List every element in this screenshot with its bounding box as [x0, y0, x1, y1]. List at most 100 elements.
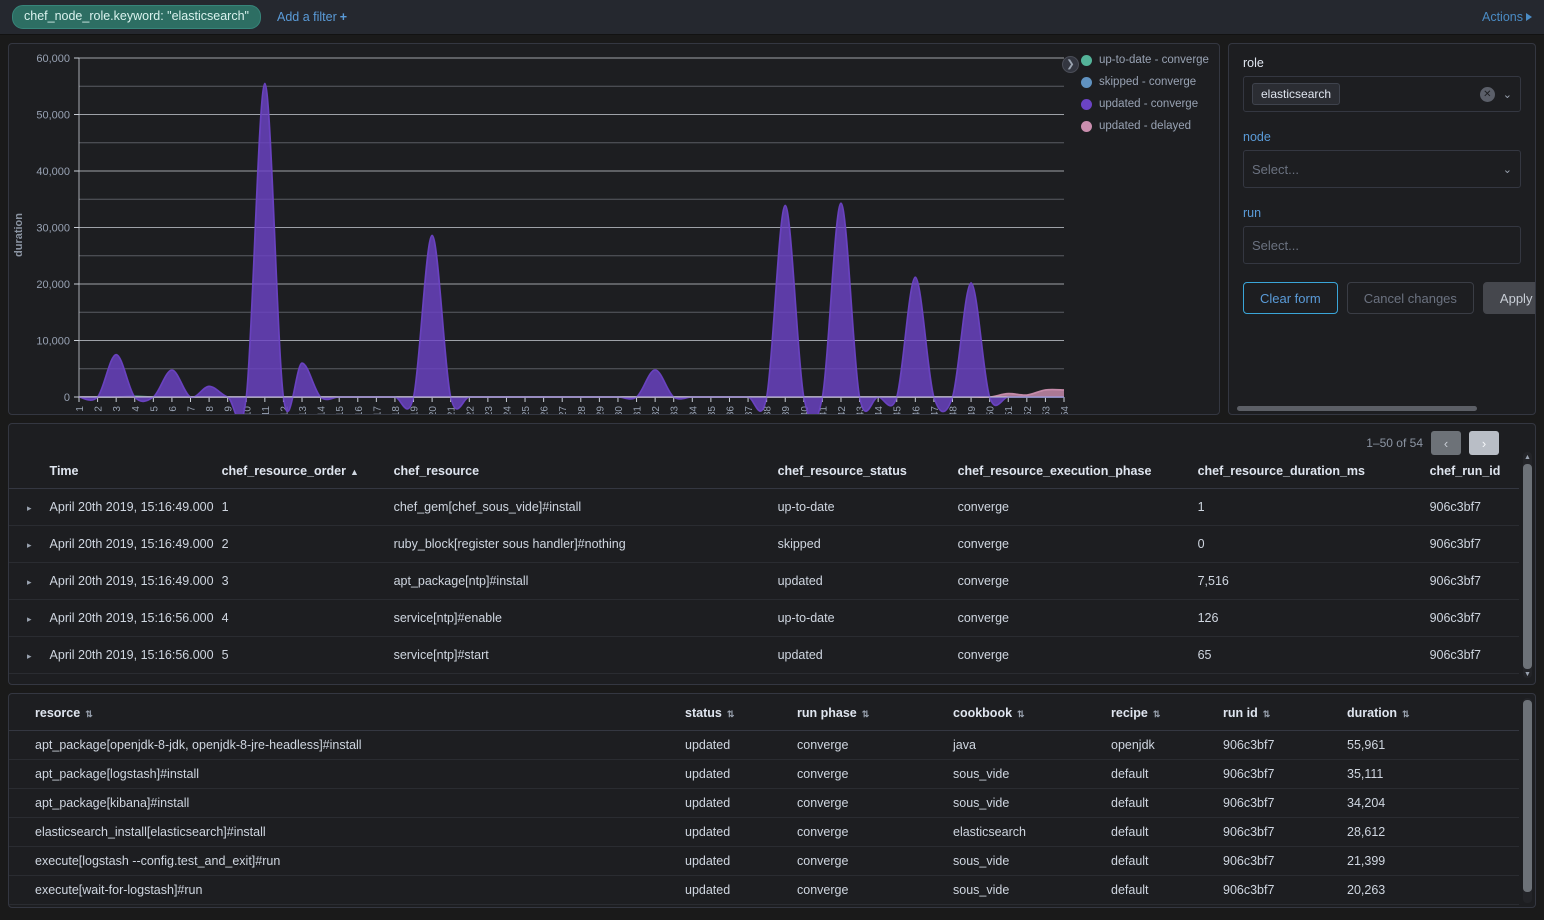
column-header-resorce[interactable]: resorce ⇅ — [9, 694, 685, 731]
table-row[interactable]: ▸ April 20th 2019, 15:16:49.000 3 apt_packa… — [9, 562, 1519, 600]
expand-row-cell[interactable]: ▸ — [9, 488, 40, 526]
chevron-down-icon[interactable]: ⌄ — [1503, 88, 1512, 101]
table-row[interactable]: execute[logstash --config.test_and_exit]… — [9, 846, 1519, 876]
sort-toggle-icon[interactable]: ⇅ — [85, 710, 93, 719]
svg-text:27: 27 — [558, 406, 569, 414]
next-page-button[interactable]: › — [1469, 431, 1499, 455]
table-row[interactable]: ▸April 20th 2019, 15:16:56.0006apt_packa… — [9, 673, 1519, 684]
sort-toggle-icon[interactable]: ⇅ — [1153, 710, 1161, 719]
table-row[interactable]: apt_package[logstash]#install updated conv… — [9, 759, 1519, 789]
chart-plot-area[interactable]: 0 10,000 20,000 30,000 40,000 50,000 60,000 1 2 3… — [9, 44, 1219, 422]
cell-chef-resource-duration-ms: 65 — [1197, 636, 1430, 674]
cell-resource: apt_package[ntp]#install — [9, 904, 685, 907]
table-row[interactable]: apt_package[kibana]#install updated conver… — [9, 788, 1519, 818]
table-row[interactable]: ▸ April 20th 2019, 15:16:49.000 1 chef_gem[… — [9, 488, 1519, 526]
legend-item[interactable]: updated - delayed — [1081, 120, 1209, 132]
column-header-cookbook[interactable]: cookbook ⇅ — [953, 694, 1111, 731]
svg-text:34: 34 — [688, 406, 699, 414]
cell-duration: 7,516 — [1347, 904, 1519, 907]
apply-button[interactable]: Apply — [1482, 282, 1535, 314]
cell-cookbook: sous_vide — [953, 904, 1111, 907]
column-header-chef-resource-execution-phase[interactable]: chef_resource_execution_phase — [957, 454, 1198, 489]
svg-text:11: 11 — [261, 406, 272, 414]
expand-row-cell[interactable]: ▸ — [9, 673, 40, 684]
svg-text:10,000: 10,000 — [36, 336, 70, 348]
column-header-run-id[interactable]: run id ⇅ — [1223, 694, 1347, 731]
sort-toggle-icon[interactable]: ⇅ — [862, 710, 870, 719]
clear-role-icon[interactable]: ✕ — [1479, 86, 1495, 102]
column-header-run-id-label: run id — [1223, 706, 1258, 720]
expand-row-cell[interactable]: ▸ — [9, 562, 40, 600]
column-header-recipe[interactable]: recipe ⇅ — [1111, 694, 1223, 731]
node-combobox-icons: ⌄ — [1503, 163, 1512, 176]
filter-bar: chef_node_role.keyword: "elasticsearch" … — [0, 0, 1544, 35]
table-row[interactable]: ▸ April 20th 2019, 15:16:56.000 4 service[n… — [9, 599, 1519, 637]
expand-row-cell[interactable]: ▸ — [9, 636, 40, 674]
column-header-time[interactable]: Time — [39, 454, 222, 489]
column-header-status[interactable]: status ⇅ — [685, 694, 797, 731]
expand-row-cell[interactable]: ▸ — [9, 599, 40, 637]
svg-text:50: 50 — [986, 406, 997, 414]
legend-item[interactable]: updated - converge — [1081, 98, 1209, 110]
sort-toggle-icon[interactable]: ⇅ — [1263, 710, 1271, 719]
documents-table-vertical-scrollbar-thumb[interactable] — [1523, 464, 1532, 669]
cell-status: updated — [685, 730, 797, 760]
sort-toggle-icon[interactable]: ⇅ — [727, 710, 735, 719]
cell-chef-resource-order: 3 — [221, 562, 394, 600]
expand-row-cell[interactable]: ▸ — [9, 525, 40, 563]
scroll-down-arrow-icon[interactable]: ▼ — [1523, 671, 1532, 678]
expand-row-caret-right-icon[interactable]: ▸ — [27, 651, 32, 661]
expand-row-caret-right-icon[interactable]: ▸ — [27, 614, 32, 624]
sort-toggle-icon[interactable]: ⇅ — [1017, 710, 1025, 719]
filter-pill-chef-node-role[interactable]: chef_node_role.keyword: "elasticsearch" — [12, 5, 261, 29]
form-horizontal-scrollbar[interactable] — [1237, 406, 1477, 411]
run-combobox[interactable]: Select... — [1243, 226, 1521, 264]
top-resources-table: resorce ⇅ status ⇅ run phase ⇅ cookbook ⇅ recipe… — [9, 694, 1519, 907]
add-filter-button[interactable]: Add a filter + — [277, 10, 347, 24]
role-combobox[interactable]: elasticsearch ✕ ⌄ — [1243, 76, 1521, 112]
cell-cookbook: java — [953, 730, 1111, 760]
expand-row-caret-right-icon[interactable]: ▸ — [27, 540, 32, 550]
node-field-label[interactable]: node — [1243, 130, 1521, 144]
previous-page-button[interactable]: ‹ — [1431, 431, 1461, 455]
legend-item[interactable]: up-to-date - converge — [1081, 54, 1209, 66]
filter-form-panel: role elasticsearch ✕ ⌄ node Select... ⌄ … — [1228, 43, 1536, 415]
cell-resource: apt_package[kibana]#install — [9, 788, 685, 818]
column-header-chef-resource[interactable]: chef_resource — [393, 454, 778, 489]
column-header-chef-resource-duration-ms[interactable]: chef_resource_duration_ms — [1197, 454, 1430, 489]
role-selected-token[interactable]: elasticsearch — [1252, 83, 1341, 105]
column-header-duration[interactable]: duration ⇅ — [1347, 694, 1519, 731]
documents-table-head: Time chef_resource_order ▲ chef_resource … — [9, 454, 1519, 489]
column-header-chef-resource-status[interactable]: chef_resource_status — [777, 454, 958, 489]
svg-text:4: 4 — [131, 406, 142, 412]
cell-status: updated — [685, 759, 797, 789]
svg-text:36: 36 — [725, 406, 736, 414]
cell-cookbook: sous_vide — [953, 788, 1111, 818]
node-combobox[interactable]: Select... ⌄ — [1243, 150, 1521, 188]
clear-form-button[interactable]: Clear form — [1243, 282, 1338, 314]
table-row[interactable]: apt_package[openjdk-8-jdk, openjdk-8-jre… — [9, 730, 1519, 760]
cell-run-phase: converge — [797, 730, 953, 760]
column-header-chef-resource-order[interactable]: chef_resource_order ▲ — [221, 454, 394, 489]
cell-status: updated — [685, 875, 797, 905]
expand-row-caret-right-icon[interactable]: ▸ — [27, 503, 32, 513]
column-header-run-phase[interactable]: run phase ⇅ — [797, 694, 953, 731]
top-resources-vertical-scrollbar-thumb[interactable] — [1523, 700, 1532, 892]
actions-menu-button[interactable]: Actions — [1482, 10, 1532, 24]
legend-collapse-chevron-right-icon[interactable]: ❯ — [1062, 56, 1079, 73]
sort-toggle-icon[interactable]: ⇅ — [1402, 710, 1410, 719]
svg-text:17: 17 — [372, 406, 383, 414]
table-row[interactable]: elasticsearch_install[elasticsearch]#ins… — [9, 817, 1519, 847]
chevron-down-icon[interactable]: ⌄ — [1503, 163, 1512, 176]
svg-text:16: 16 — [354, 406, 365, 414]
table-row[interactable]: apt_package[ntp]#installupdatedconverges… — [9, 904, 1519, 907]
table-row[interactable]: ▸ April 20th 2019, 15:16:49.000 2 ruby_bloc… — [9, 525, 1519, 563]
run-field-label[interactable]: run — [1243, 206, 1521, 220]
legend-item[interactable]: skipped - converge — [1081, 76, 1209, 88]
table-row[interactable]: ▸ April 20th 2019, 15:16:56.000 5 service[n… — [9, 636, 1519, 674]
legend-color-dot — [1081, 120, 1092, 132]
scroll-up-arrow-icon[interactable]: ▲ — [1523, 454, 1532, 461]
expand-row-caret-right-icon[interactable]: ▸ — [27, 577, 32, 587]
column-header-chef-run-id[interactable]: chef_run_id — [1429, 454, 1519, 489]
table-row[interactable]: execute[wait-for-logstash]#run updated con… — [9, 875, 1519, 905]
